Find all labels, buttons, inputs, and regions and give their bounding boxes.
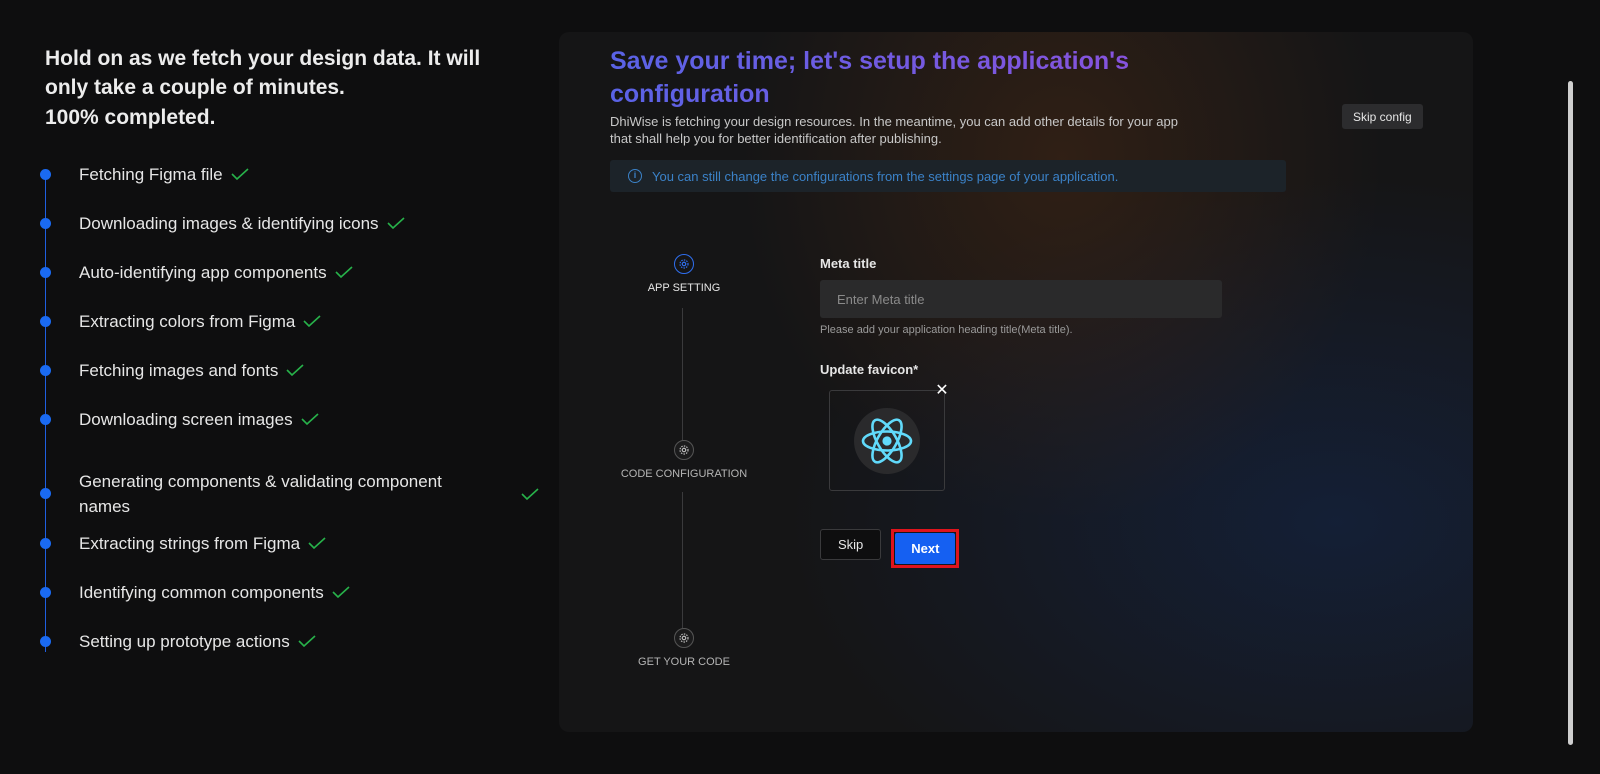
next-button-highlight: Next (891, 529, 960, 568)
progress-step: Fetching Figma file (40, 162, 545, 186)
progress-step: Extracting strings from Figma (40, 531, 545, 555)
stepper-label: APP SETTING (647, 282, 721, 294)
close-icon[interactable]: ✕ (934, 383, 950, 399)
info-icon: i (628, 169, 642, 183)
gear-icon (674, 440, 694, 460)
form-actions: Skip Next (820, 529, 1222, 568)
check-icon (386, 217, 405, 229)
check-icon (521, 488, 539, 500)
progress-step: Auto-identifying app components (40, 260, 545, 284)
config-stepper: APP SETTING CODE CONFIGURATION GET YOUR … (619, 254, 749, 714)
step-label: Downloading screen images (79, 409, 293, 429)
config-card: Save your time; let's setup the applicat… (559, 32, 1473, 732)
step-dot (40, 365, 51, 376)
step-dot (40, 587, 51, 598)
progress-step: Identifying common components (40, 580, 545, 604)
step-dot (40, 488, 51, 499)
config-subtitle: DhiWise is fetching your design resource… (610, 114, 1178, 146)
config-title: Save your time; let's setup the applicat… (610, 45, 1170, 111)
skip-config-button[interactable]: Skip config (1342, 104, 1423, 129)
gear-icon (674, 628, 694, 648)
step-label: Auto-identifying app components (79, 262, 327, 282)
step-label: Generating components & validating compo… (79, 472, 442, 516)
step-dot (40, 316, 51, 327)
info-text: You can still change the configurations … (652, 168, 1119, 184)
favicon-label: Update favicon* (820, 362, 919, 377)
info-banner: i You can still change the configuration… (610, 160, 1286, 192)
progress-heading: Hold on as we fetch your design data. It… (45, 47, 481, 99)
check-icon (231, 168, 249, 180)
app-setting-form: Meta title Please add your application h… (820, 256, 1222, 568)
step-dot (40, 267, 51, 278)
check-icon (335, 266, 353, 278)
check-icon (308, 537, 326, 549)
step-dot (40, 218, 51, 229)
step-label: Extracting colors from Figma (79, 311, 296, 331)
meta-title-input[interactable] (820, 280, 1222, 318)
stepper-line (682, 492, 683, 628)
check-icon (286, 364, 304, 376)
meta-title-hint: Please add your application heading titl… (820, 324, 1073, 336)
stepper-label: CODE CONFIGURATION (620, 468, 748, 480)
check-icon (300, 413, 319, 425)
check-icon (298, 635, 316, 647)
progress-step: Setting up prototype actions (40, 629, 545, 653)
progress-panel: Hold on as we fetch your design data. It… (40, 44, 545, 652)
step-dot (40, 538, 51, 549)
step-label: Fetching images and fonts (79, 360, 279, 380)
check-icon (332, 586, 350, 598)
favicon-upload[interactable]: ✕ (829, 383, 949, 491)
step-dot (40, 414, 51, 425)
skip-button[interactable]: Skip (820, 529, 882, 560)
step-dot (40, 636, 51, 647)
react-logo-icon (854, 407, 920, 474)
step-dot (40, 169, 51, 180)
step-label: Downloading images & identifying icons (79, 213, 379, 233)
progress-step: Fetching images and fonts (40, 358, 545, 382)
next-button[interactable]: Next (895, 533, 956, 564)
progress-step: Extracting colors from Figma (40, 309, 545, 333)
progress-step: Generating components & validating compo… (40, 469, 545, 519)
stepper-line (682, 308, 683, 444)
stepper-step-app-setting[interactable]: APP SETTING (614, 254, 754, 294)
stepper-label: GET YOUR CODE (638, 656, 730, 668)
progress-status: 100% completed. (45, 106, 216, 129)
gear-icon (674, 254, 694, 274)
progress-step: Downloading screen images (40, 407, 545, 431)
page-scrollbar[interactable] (1568, 81, 1573, 745)
step-label: Setting up prototype actions (79, 631, 290, 651)
stepper-step-get-your-code[interactable]: GET YOUR CODE (614, 628, 754, 668)
meta-title-label: Meta title (820, 256, 877, 271)
step-label: Fetching Figma file (79, 164, 223, 184)
progress-step: Downloading images & identifying icons (40, 211, 545, 235)
stepper-step-code-configuration[interactable]: CODE CONFIGURATION (614, 440, 754, 480)
check-icon (303, 315, 321, 327)
step-label: Identifying common components (79, 582, 324, 602)
step-label: Extracting strings from Figma (79, 533, 301, 553)
